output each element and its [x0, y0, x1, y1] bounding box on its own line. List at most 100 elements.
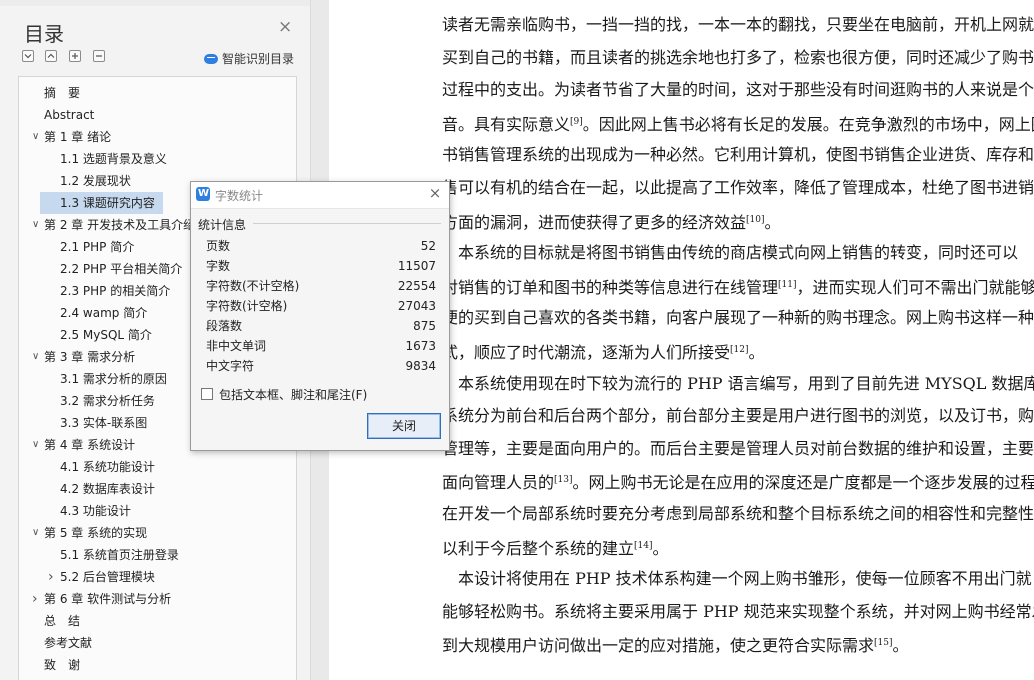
- line-text: 方面的漏洞，进而使获得了更多的经济效益: [442, 212, 747, 232]
- stat-row: 中文字符 9834: [206, 356, 436, 376]
- toc-item[interactable]: 1.3 课题研究内容: [40, 192, 163, 214]
- line-text-tail: 。网上购书无论是在应用的深度还是广度都是一个逐步发展的过程，: [572, 473, 1034, 493]
- toc-item[interactable]: 2.3 PHP 的相关简介: [60, 280, 170, 302]
- toc-item[interactable]: 2.1 PHP 简介: [60, 236, 134, 258]
- toc-item[interactable]: 3.2 需求分析任务: [60, 390, 155, 412]
- toc-item-label: 第 5 章 系统的实现: [44, 526, 148, 540]
- document-text-line: 售可以有机的结合在一起，以此提高了工作效率，降低了管理成本，杜绝了图书进销方: [442, 171, 1034, 204]
- toc-item-label: 总 结: [44, 614, 81, 628]
- toc-item-label: 3.1 需求分析的原因: [60, 372, 167, 386]
- stat-label: 字数: [206, 259, 231, 273]
- citation-ref: [12]: [730, 345, 749, 355]
- stat-row: 非中文单词 1673: [206, 336, 436, 356]
- toc-item[interactable]: ∨ 第 3 章 需求分析: [32, 346, 135, 368]
- line-text: 便的买到自己喜欢的各类书籍，向客户展现了一种新的购书理念。网上购书这样一种方: [442, 308, 1034, 328]
- collapse-all-icon[interactable]: [22, 50, 34, 62]
- line-text-tail: ，进而实现人们可不需出门就能够方: [796, 277, 1034, 297]
- dialog-close-icon[interactable]: ×: [428, 186, 442, 201]
- toc-item-label: 摘 要: [44, 86, 81, 100]
- toc-item[interactable]: 摘 要: [44, 82, 80, 104]
- remove-item-icon[interactable]: [93, 50, 105, 62]
- toc-item[interactable]: 4.1 系统功能设计: [60, 456, 155, 478]
- toc-item[interactable]: ∨ 第 4 章 系统设计: [32, 434, 135, 456]
- stat-value: 27043: [397, 299, 436, 313]
- toc-item[interactable]: › 5.2 后台管理模块: [48, 566, 155, 588]
- toc-item-label: 2.3 PHP 的相关简介: [60, 284, 171, 298]
- citation-ref: [9]: [570, 116, 583, 127]
- toc-item[interactable]: 1.1 选题背景及意义: [60, 148, 167, 170]
- stat-value: 52: [420, 239, 436, 253]
- toc-item[interactable]: 总 结: [44, 610, 80, 632]
- toc-item-label: 第 1 章 绪论: [44, 130, 112, 144]
- document-text-line: 便的买到自己喜欢的各类书籍，向客户展现了一种新的购书理念。网上购书这样一种方: [442, 301, 1034, 334]
- close-button[interactable]: 关闭: [367, 413, 441, 439]
- toc-item[interactable]: Abstract: [44, 104, 94, 126]
- add-item-icon[interactable]: [69, 50, 81, 62]
- document-text-line: 管理等，主要是面向用户的。而后台主要是管理人员对前台数据的维护和设置，主要是: [442, 432, 1034, 465]
- word-count-dialog: 字数统计 × 统计信息 页数52字数11507字符数(不计空格)22554字符数…: [190, 181, 450, 451]
- include-textbox-label[interactable]: 包括文本框、脚注和尾注(F): [219, 386, 367, 403]
- stats-section-label: 统计信息: [198, 218, 247, 232]
- line-text: 买到自己的书籍，而且读者的挑选余地也打多了，检索也很方便，同时还减少了购书的: [442, 47, 1034, 67]
- chevron-right-icon[interactable]: ›: [32, 588, 42, 610]
- document-text-line: 式，顺应了时代潮流，逐渐为人们所接受[12]。: [442, 334, 765, 367]
- toc-item[interactable]: 5.1 系统首页注册登录: [60, 544, 179, 566]
- toc-item-label: 3.3 实体-联系图: [60, 416, 148, 430]
- toc-item[interactable]: 1.2 发展现状: [60, 170, 131, 192]
- toc-item[interactable]: ∨ 第 1 章 绪论: [32, 126, 112, 148]
- stat-value: 11507: [397, 259, 436, 273]
- wps-logo-icon: [196, 187, 210, 201]
- toc-item[interactable]: › 第 6 章 软件测试与分析: [32, 588, 172, 610]
- line-text: 读者无需亲临购书，一挡一挡的找，一本一本的翻找，只要坐在电脑前，开机上网就能: [442, 15, 1034, 34]
- toc-item[interactable]: 2.5 MySQL 简介: [60, 324, 152, 346]
- toc-item[interactable]: 4.3 功能设计: [60, 500, 131, 522]
- toc-item-label: 5.1 系统首页注册登录: [60, 548, 179, 562]
- document-text-line: 音。具有实际意义[9]。因此网上售书必将有长足的发展。在竞争激烈的市场中，网上图: [442, 106, 1034, 139]
- toc-item-label: 2.5 MySQL 简介: [60, 328, 152, 342]
- include-textbox-checkbox[interactable]: [201, 388, 213, 400]
- stat-label: 非中文单词: [206, 339, 267, 353]
- chevron-down-icon[interactable]: ∨: [32, 522, 42, 544]
- smart-toc-label: 智能识别目录: [222, 52, 295, 66]
- chevron-down-icon[interactable]: ∨: [32, 126, 42, 148]
- stat-row: 字数 11507: [206, 256, 436, 276]
- smart-toc-button[interactable]: 智能识别目录: [204, 50, 294, 67]
- toc-item[interactable]: 2.4 wamp 简介: [60, 302, 147, 324]
- expand-all-icon[interactable]: [45, 50, 57, 62]
- document-text-line: 以利于今后整个系统的建立[14]。: [442, 530, 669, 563]
- toc-item[interactable]: ∨ 第 2 章 开发技术及工具介绍: [32, 214, 196, 236]
- toc-item[interactable]: ∨ 第 5 章 系统的实现: [32, 522, 148, 544]
- toc-item[interactable]: 2.2 PHP 平台相关简介: [60, 258, 182, 280]
- toc-item[interactable]: 3.3 实体-联系图: [60, 412, 147, 434]
- citation-ref: [15]: [874, 638, 893, 649]
- chevron-down-icon[interactable]: ∨: [32, 346, 42, 368]
- chevron-down-icon[interactable]: ∨: [32, 214, 42, 236]
- chevron-right-icon[interactable]: ›: [48, 566, 58, 588]
- line-text-tail: 。: [748, 343, 765, 362]
- section-divider: [253, 223, 441, 224]
- stat-value: 875: [413, 319, 436, 333]
- toc-item-label: 第 2 章 开发技术及工具介绍: [44, 218, 196, 232]
- line-text: 对销售的订单和图书的种类等信息进行在线管理: [442, 277, 779, 297]
- toc-item[interactable]: 3.1 需求分析的原因: [60, 368, 167, 390]
- line-text: 本系统使用现在时下较为流行的 PHP 语言编写，用到了目前先进 MYSQL 数据…: [442, 373, 1034, 393]
- line-text: 以利于今后整个系统的建立: [442, 538, 635, 558]
- chevron-down-icon[interactable]: ∨: [32, 434, 42, 456]
- toc-item-label: 第 6 章 软件测试与分析: [44, 592, 172, 606]
- stat-value: 9834: [405, 359, 436, 373]
- citation-ref: [11]: [778, 279, 797, 290]
- toc-item[interactable]: 参考文献: [44, 632, 92, 654]
- dialog-titlebar[interactable]: 字数统计 ×: [191, 182, 449, 209]
- line-text-tail: 。因此网上售书必将有长足的发展。在竞争激烈的市场中，网上图: [582, 114, 1034, 134]
- toc-item[interactable]: 4.2 数据库表设计: [60, 478, 155, 500]
- document-text-line: 方面的漏洞，进而使获得了更多的经济效益[10]。: [442, 204, 781, 237]
- stat-label: 字符数(不计空格): [206, 279, 300, 293]
- line-text: 音。具有实际意义: [442, 114, 571, 134]
- toc-item-label: 3.2 需求分析任务: [60, 394, 155, 408]
- dialog-title: 字数统计: [215, 189, 264, 203]
- line-text: 管理等，主要是面向用户的。而后台主要是管理人员对前台数据的维护和设置，主要是: [442, 438, 1034, 458]
- close-icon[interactable]: ×: [278, 19, 292, 36]
- line-text: 本设计将使用在 PHP 技术体系构建一个网上购书雏形，使每一位顾客不用出门就: [442, 569, 1032, 589]
- toc-item[interactable]: 致 谢: [44, 654, 80, 676]
- document-text-line: 买到自己的书籍，而且读者的挑选余地也打多了，检索也很方便，同时还减少了购书的: [442, 41, 1034, 74]
